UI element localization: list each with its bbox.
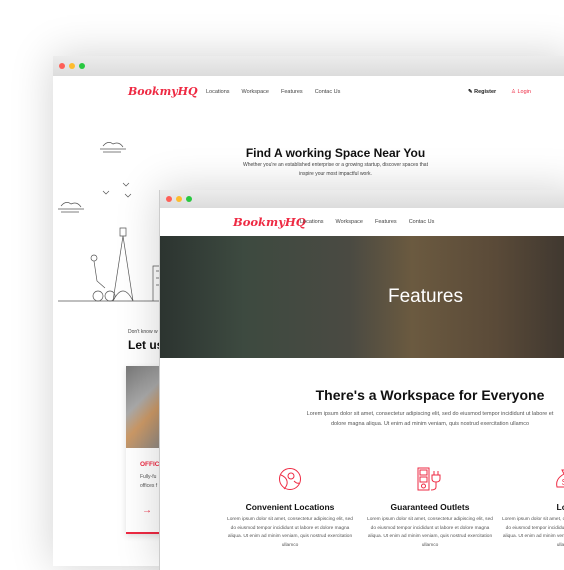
- hero-banner: Features: [160, 236, 564, 358]
- main-nav: Locations Workspace Features Contac Us: [206, 89, 340, 95]
- login-link[interactable]: ♙ Login: [511, 89, 531, 95]
- nav-features[interactable]: Features: [375, 219, 397, 225]
- register-icon: ✎: [468, 89, 473, 95]
- login-label: Login: [517, 89, 531, 95]
- main-nav: Locations Workspace Features Contac Us: [300, 219, 434, 225]
- close-button[interactable]: [59, 63, 65, 69]
- nav-locations[interactable]: Locations: [300, 219, 324, 225]
- section-kicker: Don't know w: [128, 329, 158, 335]
- nav-contact[interactable]: Contac Us: [315, 89, 341, 95]
- nav-features[interactable]: Features: [281, 89, 303, 95]
- hero-subtitle: Whether you're an established enterprise…: [243, 162, 428, 177]
- globe-location-icon: [279, 468, 301, 490]
- minimize-button[interactable]: [69, 63, 75, 69]
- logo[interactable]: BookmyHQ: [233, 215, 306, 229]
- logo[interactable]: BookmyHQ: [128, 85, 198, 98]
- feature-title: Convenient Locations: [245, 502, 335, 512]
- feature-text: Lorem ipsum dolor sit amet, consectetur …: [367, 517, 493, 548]
- feature-low: $ Low Lorem ipsum dolor sit amet, consec…: [500, 467, 564, 550]
- nav-contact[interactable]: Contac Us: [409, 219, 435, 225]
- section-text: Lorem ipsum dolor sit amet, consectetur …: [306, 411, 554, 427]
- power-outlet-icon: [417, 467, 441, 491]
- section-title: There's a Workspace for Everyone: [315, 387, 545, 403]
- feature-convenient-locations: Convenient Locations Lorem ipsum dolor s…: [225, 467, 355, 550]
- feature-text: Lorem ipsum dolor sit amet, consectetur …: [227, 517, 353, 548]
- minimize-button[interactable]: [176, 196, 182, 202]
- nav-workspace[interactable]: Workspace: [242, 89, 269, 95]
- user-icon: ♙: [511, 89, 516, 95]
- money-bag-icon: $: [556, 469, 564, 488]
- maximize-button[interactable]: [79, 63, 85, 69]
- register-label: Register: [474, 89, 497, 95]
- feature-guaranteed-outlets: Guaranteed Outlets Lorem ipsum dolor sit…: [365, 467, 495, 550]
- back-titlebar: [53, 56, 564, 76]
- maximize-button[interactable]: [186, 196, 192, 202]
- nav-locations[interactable]: Locations: [206, 89, 230, 95]
- feature-title: Guaranteed Outlets: [390, 502, 470, 512]
- front-titlebar: [160, 190, 564, 208]
- register-link[interactable]: ✎ Register: [468, 89, 496, 95]
- city-illustration: [58, 142, 168, 302]
- hero-title: Find A working Space Near You: [245, 146, 426, 160]
- feature-title: Low: [556, 502, 564, 512]
- nav-workspace[interactable]: Workspace: [336, 219, 363, 225]
- hero-title: Features: [388, 286, 463, 307]
- feature-text: Lorem ipsum dolor sit amet, consectetur …: [502, 517, 564, 548]
- front-browser-window: BookmyHQ Locations Workspace Features Co…: [159, 190, 564, 570]
- close-button[interactable]: [166, 196, 172, 202]
